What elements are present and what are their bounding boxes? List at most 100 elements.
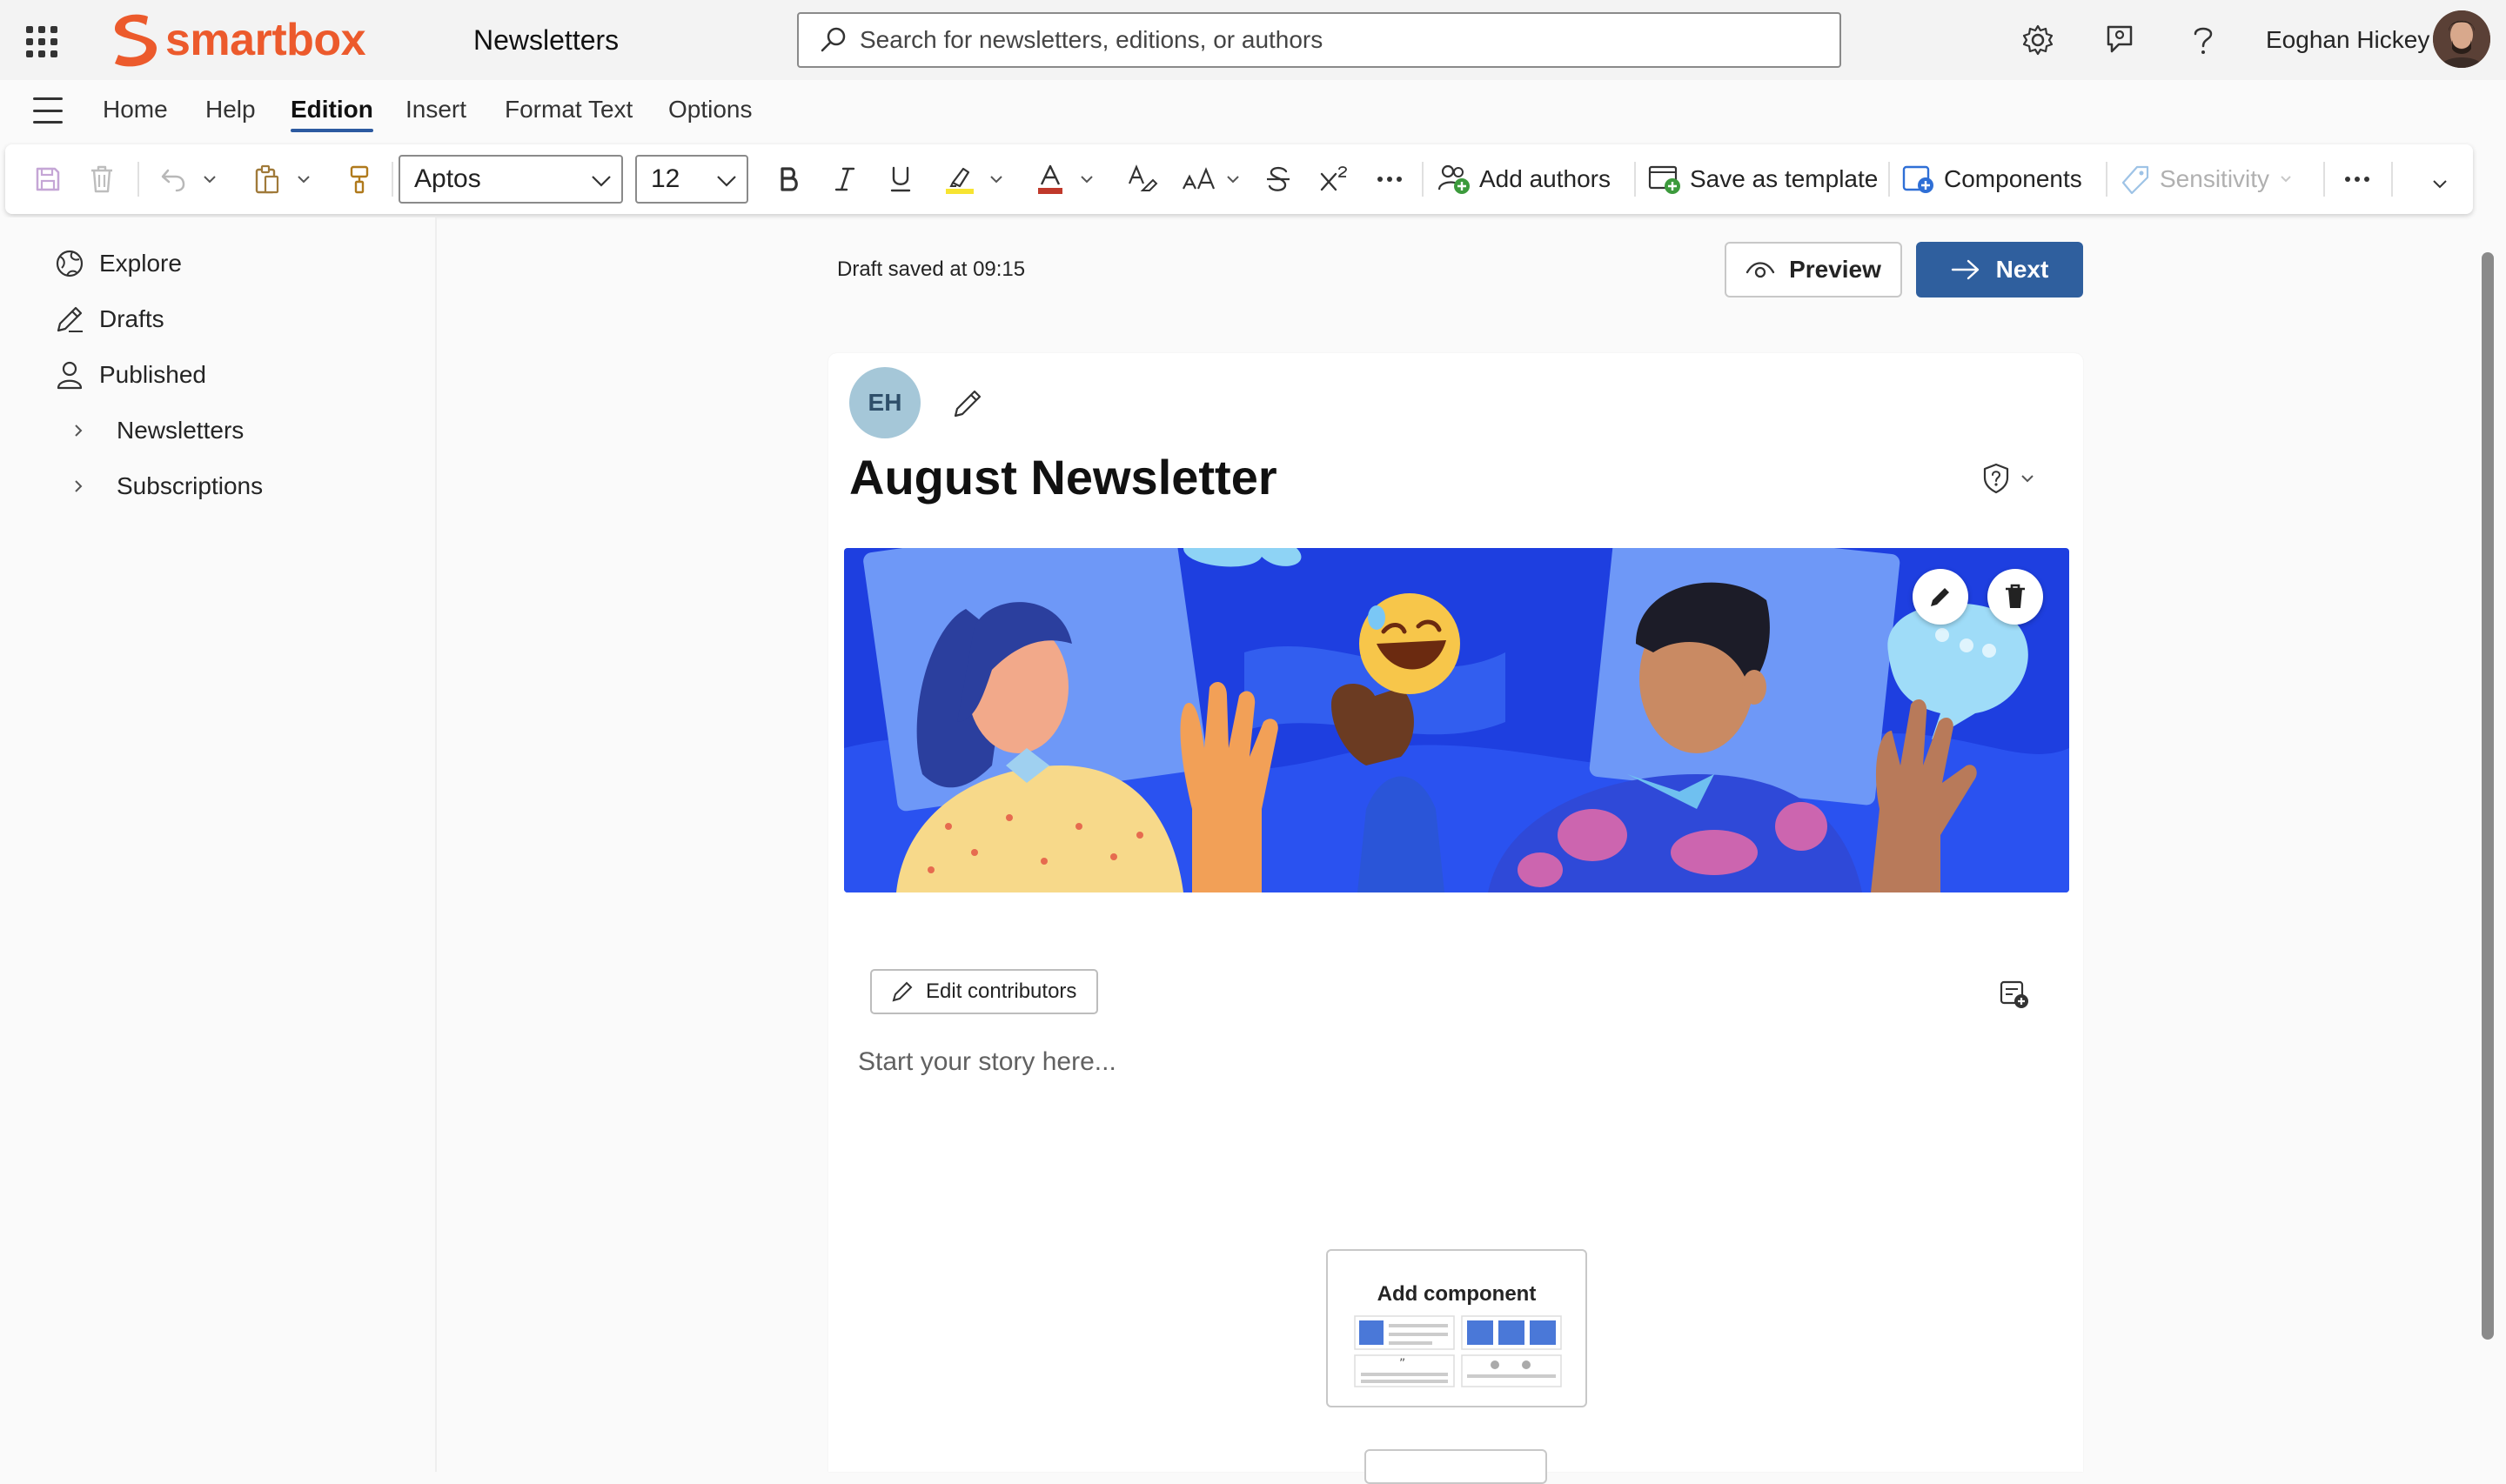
save-as-template-label: Save as template [1690, 165, 1879, 192]
chevron-down-icon [717, 176, 736, 187]
help-question-icon[interactable] [2182, 19, 2224, 61]
add-authors-button[interactable]: Add authors [1437, 158, 1631, 200]
highlight-color-icon[interactable] [940, 158, 980, 200]
edit-contributors-button[interactable]: Edit contributors [870, 969, 1098, 1014]
delete-image-button[interactable] [1987, 569, 2043, 625]
preview-button[interactable]: Preview [1725, 242, 1902, 297]
font-color-icon[interactable] [1030, 158, 1070, 200]
font-family-select[interactable]: Aptos [399, 155, 623, 204]
superscript-icon[interactable] [1314, 158, 1354, 200]
add-section-button[interactable] [1364, 1449, 1547, 1484]
change-case-icon[interactable] [1178, 158, 1218, 200]
edit-contributors-label: Edit contributors [926, 979, 1077, 1003]
chevron-right-icon [70, 479, 87, 493]
save-as-template-button[interactable]: Save as template [1648, 158, 1885, 200]
font-size-select[interactable]: 12 [635, 155, 748, 204]
search-placeholder: Search for newsletters, editions, or aut… [860, 26, 1323, 53]
tab-home[interactable]: Home [103, 96, 168, 124]
globe-icon [54, 248, 85, 279]
format-painter-icon[interactable] [339, 158, 379, 200]
more-options-icon[interactable] [2337, 158, 2377, 200]
font-color-dropdown-chevron-icon[interactable] [1075, 158, 1098, 200]
insert-component-icon[interactable] [1996, 976, 2033, 1013]
tab-help[interactable]: Help [205, 96, 256, 124]
shield-question-icon [1983, 463, 2009, 494]
paste-clipboard-icon[interactable] [247, 158, 287, 200]
nav-item-label: Drafts [99, 305, 164, 332]
add-component-label: Add component [1377, 1282, 1537, 1306]
nav-group-newsletters[interactable]: Newsletters [70, 409, 244, 452]
save-icon[interactable] [28, 158, 68, 200]
nav-item-drafts[interactable]: Drafts [54, 297, 164, 341]
chevron-down-icon [2021, 475, 2034, 483]
toolbar-separator [137, 162, 139, 197]
settings-gear-icon[interactable] [2017, 19, 2059, 61]
toolbar-separator [1888, 162, 1890, 197]
clear-formatting-icon[interactable] [1122, 158, 1163, 200]
sensitivity-button[interactable]: Sensitivity [2120, 158, 2313, 200]
paste-dropdown-chevron-icon[interactable] [292, 158, 315, 200]
brand-name: smartbox [165, 15, 366, 65]
sensitivity-shield-dropdown[interactable] [1982, 461, 2034, 496]
brand-logo[interactable]: smartbox [108, 10, 366, 70]
edit-author-pencil-icon[interactable] [948, 384, 987, 423]
user-avatar[interactable] [2433, 10, 2490, 68]
tab-format-text[interactable]: Format Text [505, 96, 633, 124]
nav-item-label: Explore [99, 250, 182, 277]
tab-options[interactable]: Options [668, 96, 753, 124]
nav-item-label: Published [99, 361, 206, 388]
hamburger-menu-icon[interactable] [33, 97, 63, 124]
toolbar-separator [1422, 162, 1424, 197]
svg-text:”: ” [1399, 1357, 1405, 1371]
italic-icon[interactable] [825, 158, 865, 200]
highlight-dropdown-chevron-icon[interactable] [985, 158, 1008, 200]
nav-item-published[interactable]: Published [54, 353, 206, 397]
strikethrough-icon[interactable] [1258, 158, 1298, 200]
hero-banner-image[interactable] [844, 548, 2069, 892]
app-launcher-icon[interactable] [21, 21, 59, 59]
chevron-right-icon [70, 424, 87, 438]
tab-edition[interactable]: Edition [291, 96, 373, 132]
pencil-icon [54, 304, 85, 335]
pencil-icon [892, 981, 913, 1002]
undo-icon[interactable] [153, 158, 193, 200]
user-name[interactable]: Eoghan Hickey [2266, 26, 2429, 54]
ribbon-tabs: Home Help Edition Insert Format Text Opt… [0, 80, 2506, 143]
font-size-value: 12 [651, 164, 680, 193]
sensitivity-label: Sensitivity [2160, 165, 2270, 192]
add-component-card[interactable]: Add component ” [1326, 1249, 1587, 1407]
app-title: Newsletters [473, 24, 620, 56]
vertical-scrollbar[interactable] [2482, 252, 2494, 1340]
toolbar-separator [2391, 162, 2393, 197]
pencil-icon [1931, 588, 1949, 606]
font-family-value: Aptos [414, 164, 481, 193]
change-case-dropdown-chevron-icon[interactable] [1222, 158, 1244, 200]
left-navigation: Explore Drafts Published Newsletters Sub… [0, 217, 437, 1472]
nav-item-explore[interactable]: Explore [54, 242, 182, 285]
more-formatting-icon[interactable] [1370, 158, 1410, 200]
eye-icon [1745, 262, 1775, 278]
component-thumbnails-icon: ” [1354, 1315, 1562, 1387]
delete-icon[interactable] [82, 158, 122, 200]
add-authors-label: Add authors [1479, 165, 1611, 192]
feedback-icon[interactable] [2099, 19, 2141, 61]
collapse-ribbon-chevron-icon[interactable] [2424, 164, 2456, 205]
components-button[interactable]: Components [1902, 158, 2104, 200]
smartbox-logo-icon [115, 14, 157, 67]
undo-dropdown-chevron-icon[interactable] [198, 158, 221, 200]
underline-icon[interactable] [881, 158, 921, 200]
tab-insert[interactable]: Insert [405, 96, 466, 124]
newsletter-title[interactable]: August Newsletter [849, 449, 1277, 505]
search-input[interactable]: Search for newsletters, editions, or aut… [797, 12, 1841, 68]
author-avatar[interactable]: EH [849, 367, 921, 438]
story-body-placeholder[interactable]: Start your story here... [858, 1047, 1116, 1077]
arrow-right-icon [1951, 259, 1979, 280]
next-button[interactable]: Next [1916, 242, 2083, 297]
bold-icon[interactable] [769, 158, 809, 200]
nav-group-label: Newsletters [117, 417, 245, 444]
edit-image-button[interactable] [1913, 569, 1968, 625]
draft-saved-status: Draft saved at 09:15 [837, 257, 1026, 281]
next-label: Next [1995, 256, 2049, 283]
trash-icon [2006, 584, 2025, 608]
nav-group-subscriptions[interactable]: Subscriptions [70, 465, 263, 508]
